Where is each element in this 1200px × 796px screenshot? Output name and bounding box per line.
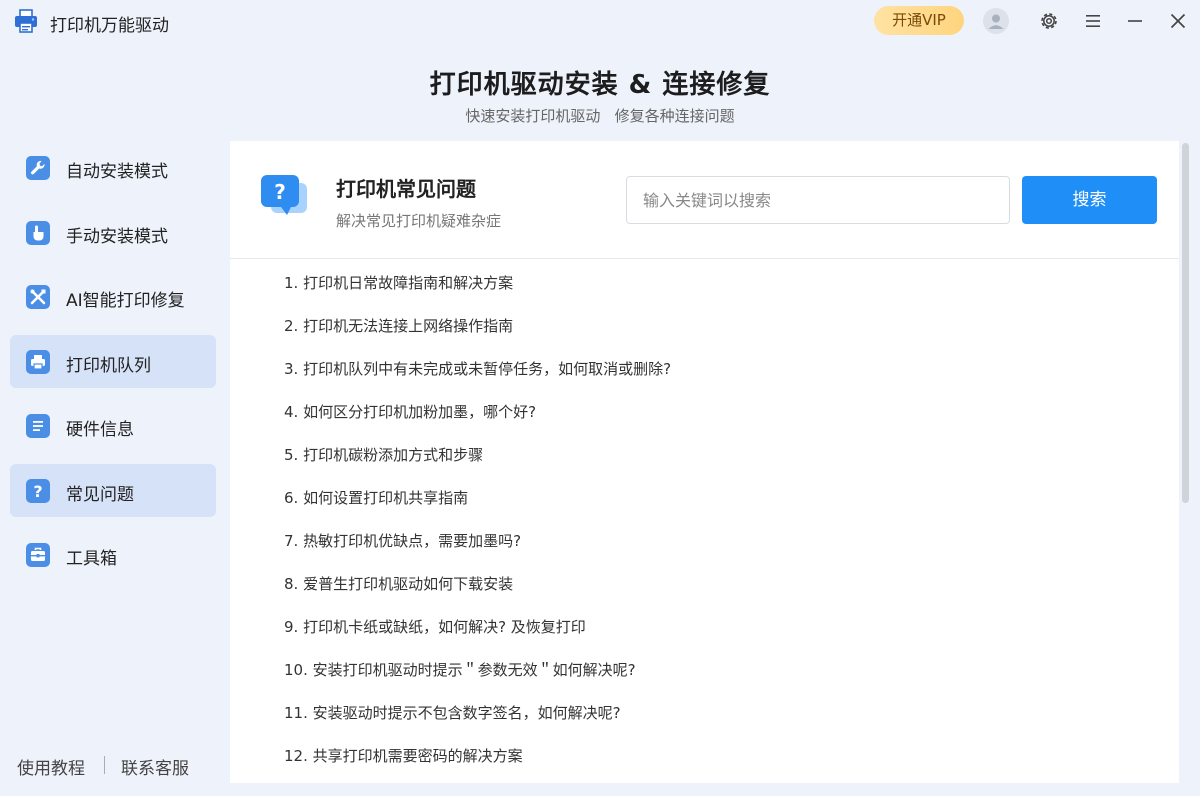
page-title: 打印机驱动安装 & 连接修复 <box>429 70 771 100</box>
faq-item[interactable]: 5. 打印机碳粉添加方式和步骤 <box>284 443 1144 486</box>
hamburger-menu-icon <box>1086 15 1100 27</box>
page-subtitle: 快速安装打印机驱动 修复各种连接问题 <box>465 107 735 125</box>
search-input[interactable] <box>626 176 1010 224</box>
wrench-icon <box>26 156 50 180</box>
user-icon <box>988 14 1004 29</box>
sidebar-item-auto-install[interactable]: 自动安装模式 <box>10 141 216 194</box>
sidebar-item-printer-queue[interactable]: 打印机队列 <box>10 335 216 388</box>
avatar[interactable] <box>983 8 1009 34</box>
vip-button[interactable]: 开通VIP <box>874 6 964 35</box>
sidebar-item-toolbox[interactable]: 工具箱 <box>10 528 216 581</box>
sidebar: 自动安装模式 手动安装模式 AI智能打印修复 打印机队列 硬件信息 ? 常见问题… <box>0 140 228 796</box>
sidebar-item-label: 工具箱 <box>66 549 117 569</box>
panel-subtitle: 解决常见打印机疑难杂症 <box>336 212 502 230</box>
question-icon: ? <box>26 479 50 503</box>
sidebar-item-label: 硬件信息 <box>66 420 134 440</box>
faq-item[interactable]: 11. 安装驱动时提示不包含数字签名，如何解决呢? <box>284 701 1144 744</box>
toolbox-icon <box>26 543 50 567</box>
faq-item[interactable]: 8. 爱普生打印机驱动如何下载安装 <box>284 572 1144 615</box>
faq-panel: ? 打印机常见问题 解决常见打印机疑难杂症 搜索 1. 打印机日常故障指南和解决… <box>230 141 1179 783</box>
sidebar-item-label: 打印机队列 <box>66 356 151 376</box>
app-title: 打印机万能驱动 <box>50 16 169 36</box>
close-button[interactable] <box>1165 8 1191 34</box>
gear-icon <box>1041 13 1057 29</box>
faq-list: 1. 打印机日常故障指南和解决方案 2. 打印机无法连接上网络操作指南 3. 打… <box>284 271 1144 783</box>
sidebar-item-label: 自动安装模式 <box>66 162 168 182</box>
svg-text:?: ? <box>274 180 286 204</box>
sidebar-item-hardware-info[interactable]: 硬件信息 <box>10 399 216 452</box>
panel-title: 打印机常见问题 <box>336 177 476 201</box>
sidebar-item-label: 常见问题 <box>66 485 134 505</box>
svg-text:?: ? <box>33 482 42 501</box>
scrollbar-thumb[interactable] <box>1182 143 1189 503</box>
faq-item[interactable]: 7. 热敏打印机优缺点，需要加墨吗? <box>284 529 1144 572</box>
footer-divider <box>104 756 105 774</box>
chat-question-icon: ? <box>257 169 313 225</box>
tutorial-link[interactable]: 使用教程 <box>17 754 85 779</box>
title-bar: 打印机万能驱动 开通VIP <box>0 0 1200 42</box>
settings-button[interactable] <box>1036 8 1062 34</box>
printer-icon <box>26 350 50 374</box>
faq-item[interactable]: 6. 如何设置打印机共享指南 <box>284 486 1144 529</box>
faq-item[interactable]: 12. 共享打印机需要密码的解决方案 <box>284 744 1144 783</box>
sidebar-item-faq[interactable]: ? 常见问题 <box>10 464 216 517</box>
minimize-icon <box>1128 20 1142 22</box>
support-link[interactable]: 联系客服 <box>121 754 189 779</box>
menu-button[interactable] <box>1080 8 1106 34</box>
sidebar-item-manual-install[interactable]: 手动安装模式 <box>10 206 216 259</box>
search-button[interactable]: 搜索 <box>1022 176 1157 224</box>
tools-icon <box>26 285 50 309</box>
minimize-button[interactable] <box>1122 8 1148 34</box>
hand-icon <box>26 221 50 245</box>
faq-item[interactable]: 9. 打印机卡纸或缺纸，如何解决? 及恢复打印 <box>284 615 1144 658</box>
close-icon <box>1170 13 1186 29</box>
faq-item[interactable]: 3. 打印机队列中有未完成或未暂停任务，如何取消或删除? <box>284 357 1144 400</box>
faq-item[interactable]: 2. 打印机无法连接上网络操作指南 <box>284 314 1144 357</box>
faq-item[interactable]: 10. 安装打印机驱动时提示＂参数无效＂如何解决呢? <box>284 658 1144 701</box>
list-icon <box>26 414 50 438</box>
sidebar-item-label: 手动安装模式 <box>66 227 168 247</box>
faq-item[interactable]: 1. 打印机日常故障指南和解决方案 <box>284 271 1144 314</box>
divider <box>230 258 1179 259</box>
sidebar-item-label: AI智能打印修复 <box>66 291 185 311</box>
sidebar-item-ai-repair[interactable]: AI智能打印修复 <box>10 270 216 323</box>
faq-item[interactable]: 4. 如何区分打印机加粉加墨，哪个好? <box>284 400 1144 443</box>
printer-logo-icon <box>13 8 39 34</box>
